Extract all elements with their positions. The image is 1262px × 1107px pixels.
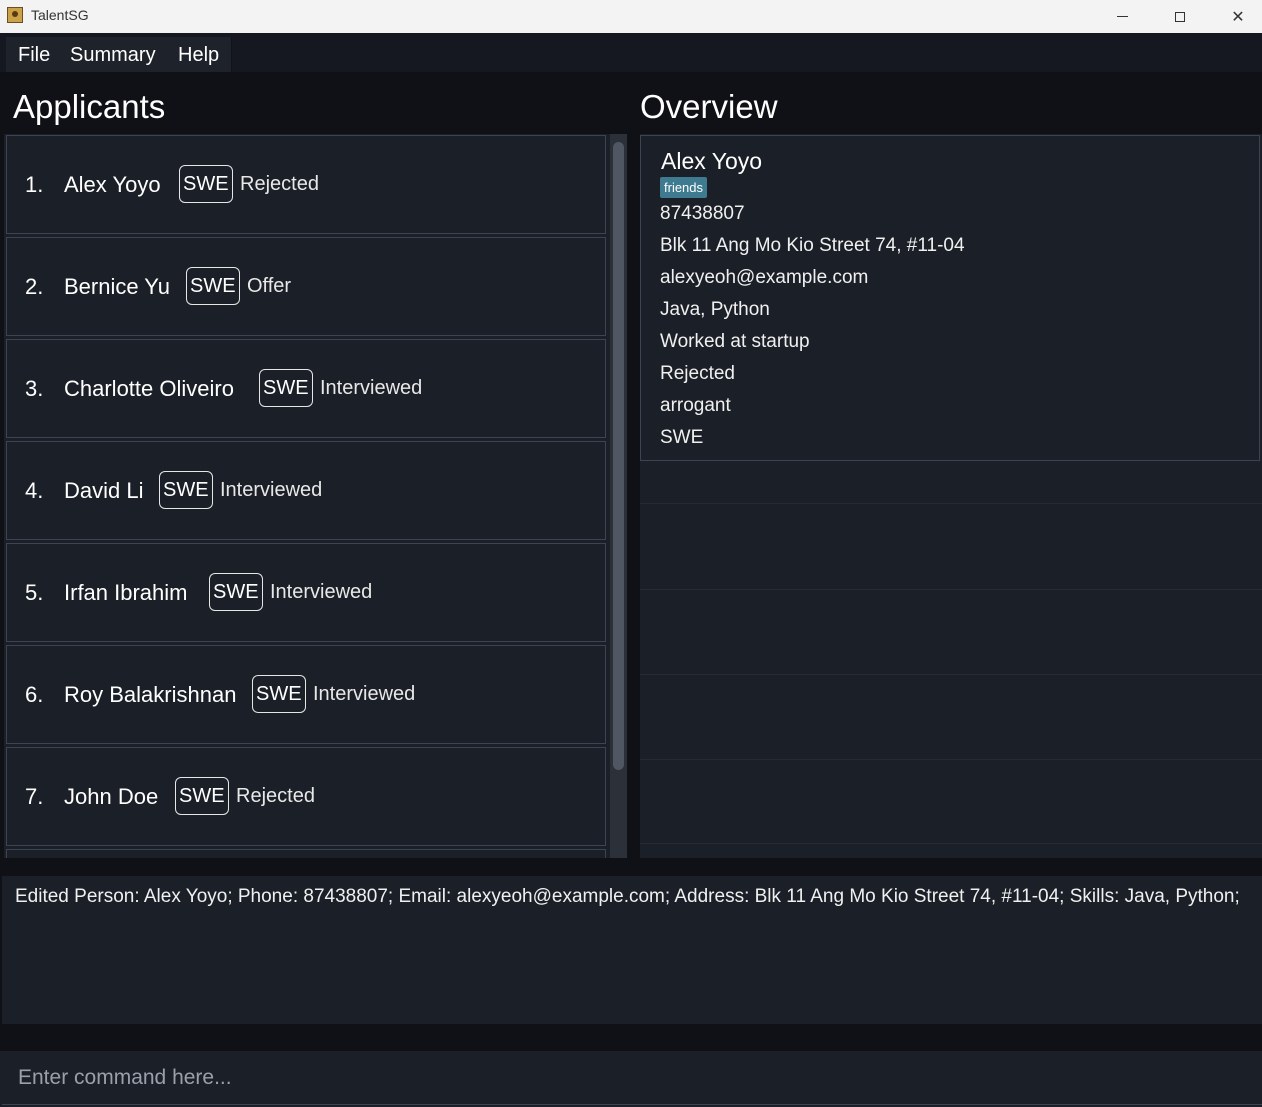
item-status: Interviewed <box>220 479 323 501</box>
item-name: Bernice Yu <box>64 274 171 299</box>
item-index: 6. <box>25 682 44 707</box>
item-name: Alex Yoyo <box>64 172 161 197</box>
applicant-list[interactable]: 1. Alex Yoyo SWE Rejected 2. Bernice Yu … <box>4 134 610 858</box>
result-display[interactable]: Edited Person: Alex Yoyo; Phone: 8743880… <box>2 876 1262 1024</box>
item-name: Irfan Ibrahim <box>64 580 188 605</box>
item-name: Roy Balakrishnan <box>64 682 237 707</box>
role-tag: SWE <box>175 777 229 815</box>
overview-skills: Java, Python <box>660 299 770 320</box>
item-index: 2. <box>25 274 44 299</box>
close-button[interactable]: ✕ <box>1209 0 1262 33</box>
command-box[interactable] <box>2 1051 1262 1105</box>
item-index: 5. <box>25 580 44 605</box>
list-item[interactable]: 3. Charlotte Oliveiro SWE Interviewed <box>6 339 606 438</box>
divider <box>640 589 1262 590</box>
applicants-title: Applicants <box>13 88 166 125</box>
role-tag: SWE <box>259 369 313 407</box>
role-tag: SWE <box>186 267 240 305</box>
overview-name: Alex Yoyo <box>661 148 763 174</box>
item-status: Rejected <box>240 173 319 195</box>
item-name: John Doe <box>64 784 159 809</box>
menu-bar: File Summary Help <box>0 33 1262 72</box>
role-tag: SWE <box>209 573 263 611</box>
menu-file[interactable]: File <box>6 37 64 72</box>
list-item[interactable] <box>6 849 606 858</box>
role-tag: SWE <box>159 471 213 509</box>
role-tag: SWE <box>252 675 306 713</box>
overview-status: Rejected <box>660 363 735 384</box>
overview-card: Alex Yoyo friends 87438807 Blk 11 Ang Mo… <box>640 135 1260 461</box>
item-name: David Li <box>64 478 144 503</box>
list-scrollbar-thumb[interactable] <box>613 142 624 770</box>
divider <box>640 674 1262 675</box>
maximize-icon <box>1175 11 1185 22</box>
divider <box>640 503 1262 504</box>
list-item[interactable]: 5. Irfan Ibrahim SWE Interviewed <box>6 543 606 642</box>
item-name: Charlotte Oliveiro <box>64 376 234 401</box>
item-status: Rejected <box>236 785 315 807</box>
list-item[interactable]: 4. David Li SWE Interviewed <box>6 441 606 540</box>
overview-note: arrogant <box>660 395 731 416</box>
minimize-icon <box>1116 16 1128 17</box>
menu-summary[interactable]: Summary <box>58 37 169 72</box>
list-item[interactable]: 2. Bernice Yu SWE Offer <box>6 237 606 336</box>
divider <box>640 759 1262 760</box>
item-index: 1. <box>25 172 44 197</box>
role-tag: SWE <box>179 165 233 203</box>
close-icon: ✕ <box>1231 8 1245 26</box>
overview-role: SWE <box>660 427 704 448</box>
item-status: Interviewed <box>320 377 423 399</box>
item-index: 7. <box>25 784 44 809</box>
command-input[interactable] <box>2 1051 1262 1104</box>
maximize-button[interactable] <box>1151 0 1209 33</box>
overview-experience: Worked at startup <box>660 331 810 352</box>
window-title: TalentSG <box>31 7 89 23</box>
list-item[interactable]: 6. Roy Balakrishnan SWE Interviewed <box>6 645 606 744</box>
result-text: Edited Person: Alex Yoyo; Phone: 8743880… <box>15 886 1240 907</box>
overview-address: Blk 11 Ang Mo Kio Street 74, #11-04 <box>660 235 965 256</box>
app-icon <box>7 7 23 23</box>
item-index: 4. <box>25 478 44 503</box>
window-titlebar: TalentSG ✕ <box>0 0 1262 33</box>
item-status: Interviewed <box>313 683 416 705</box>
item-status: Offer <box>247 275 292 297</box>
minimize-button[interactable] <box>1093 0 1151 33</box>
list-item[interactable]: 1. Alex Yoyo SWE Rejected <box>6 135 606 234</box>
overview-phone: 87438807 <box>660 203 745 224</box>
menu-help[interactable]: Help <box>166 37 233 72</box>
overview-tag: friends <box>660 177 708 198</box>
divider <box>640 843 1262 844</box>
item-index: 3. <box>25 376 44 401</box>
overview-email: alexyeoh@example.com <box>660 267 869 288</box>
overview-title: Overview <box>640 88 778 125</box>
list-item[interactable]: 7. John Doe SWE Rejected <box>6 747 606 846</box>
item-status: Interviewed <box>270 581 373 603</box>
